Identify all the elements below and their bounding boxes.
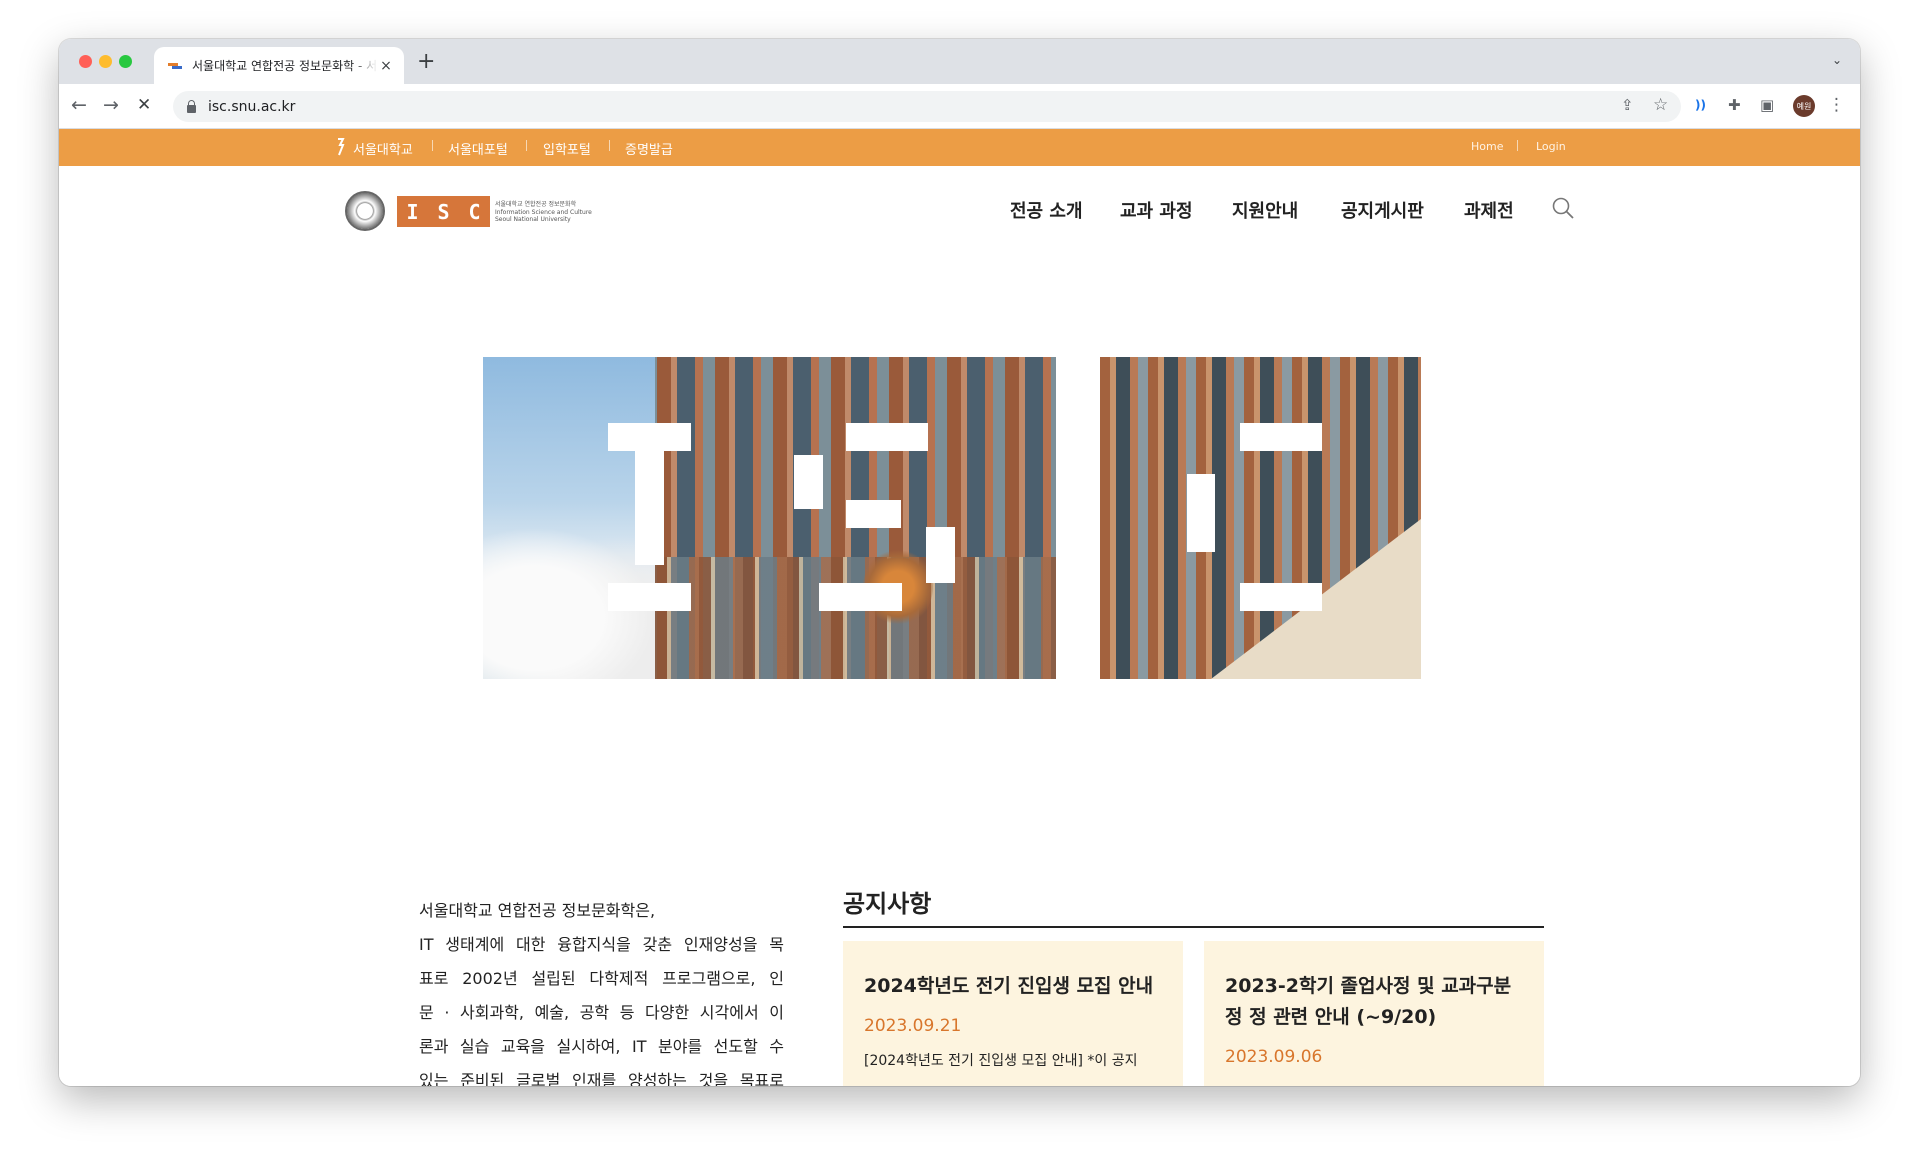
minimize-window-button[interactable] (99, 55, 112, 68)
hero-image-right (1100, 357, 1421, 679)
login-link[interactable]: Login (1536, 140, 1566, 153)
notice-title[interactable]: 2023-2학기 졸업사정 및 교과구분정 정 관련 안내 (~9/20) (1225, 971, 1523, 1033)
close-window-button[interactable] (79, 55, 92, 68)
isc-glyph-block (608, 583, 691, 611)
isc-glyph-block (635, 451, 664, 565)
topbar-divider (526, 140, 527, 151)
logo-letter: I (397, 196, 428, 227)
topbar-link-admission[interactable]: 입학포털 (543, 139, 591, 158)
logo-subtitle: 서울대학교 연합전공 정보문화학 (495, 201, 577, 208)
notice-heading: 공지사항 (843, 890, 932, 918)
profile-avatar[interactable]: 예원 (1793, 95, 1815, 117)
logo-letter: S (428, 196, 459, 227)
notice-date: 2023.09.21 (864, 1016, 962, 1036)
notice-divider (843, 926, 1544, 928)
url-text[interactable]: isc.snu.ac.kr (208, 99, 295, 115)
new-tab-button[interactable]: + (417, 51, 435, 73)
topbar-divider (432, 140, 433, 151)
topbar-link-snu[interactable]: 서울대학교 (353, 139, 413, 158)
isc-glyph-block (926, 527, 955, 583)
intro-line: 문 · 사회과학, 예술, 공학 등 다양한 시각에서 이 (419, 1003, 784, 1022)
nav-item-about[interactable]: 전공 소개 (1010, 197, 1083, 223)
forward-icon[interactable]: → (103, 94, 119, 116)
notice-title[interactable]: 2024학년도 전기 진입생 모집 안내 (864, 971, 1162, 1002)
logo-subtitle: Information Science and Culture (495, 209, 592, 216)
hero-image-left (483, 357, 1056, 679)
bookmark-star-icon[interactable]: ☆ (1653, 95, 1668, 115)
tab-title: 서울대학교 연합전공 정보문화학 - 서 (192, 59, 378, 73)
isc-glyph-block (608, 423, 691, 451)
share-icon[interactable]: ⇪ (1621, 95, 1634, 115)
utility-bar: 서울대학교 서울대포털 입학포털 증명발급 Home Login (59, 129, 1860, 166)
logo-subtitle: Seoul National University (495, 216, 571, 223)
intro-line: 서울대학교 연합전공 정보문화학은, (419, 901, 656, 920)
stop-loading-icon[interactable]: ✕ (137, 94, 151, 116)
tab-strip: 서울대학교 연합전공 정보문화학 - 서 × + ⌄ (59, 39, 1860, 84)
topbar-link-portal[interactable]: 서울대포털 (448, 139, 508, 158)
web-page: 서울대학교 서울대포털 입학포털 증명발급 Home Login I S C 서… (59, 129, 1860, 1086)
isc-glyph-block (1187, 474, 1215, 552)
tab-close-icon[interactable]: × (378, 58, 394, 74)
intro-line: 표로 2002년 설립된 다학제적 프로그램으로, 인 (419, 969, 784, 988)
side-panel-icon[interactable]: ▣ (1760, 95, 1774, 115)
browser-toolbar: ← → ✕ isc.snu.ac.kr ⇪ ☆ )) ✚ ▣ 예원 ⋮ (59, 84, 1860, 129)
isc-glyph-block (794, 455, 823, 509)
intro-line: IT 생태계에 대한 융합지식을 갖춘 인재양성을 목 (419, 935, 784, 954)
address-bar[interactable]: isc.snu.ac.kr (173, 91, 1681, 122)
notice-date: 2023.09.06 (1225, 1047, 1323, 1067)
back-icon[interactable]: ← (71, 94, 87, 116)
isc-glyph-block (846, 423, 928, 451)
topbar-link-certificate[interactable]: 증명발급 (625, 139, 673, 158)
site-logo[interactable]: I S C 서울대학교 연합전공 정보문화학 Information Scien… (345, 191, 605, 231)
favicon-icon (168, 61, 184, 71)
lock-icon[interactable] (187, 99, 196, 113)
nav-item-curriculum[interactable]: 교과 과정 (1120, 197, 1193, 223)
cast-icon[interactable]: )) (1695, 95, 1706, 115)
notice-excerpt: [2024학년도 전기 진입생 모집 안내] *이 공지 (864, 1053, 1138, 1069)
isc-glyph-block (819, 583, 902, 611)
home-link[interactable]: Home (1471, 140, 1503, 153)
intro-line: 론과 실습 교육을 실시하여, IT 분야를 선도할 수 (419, 1037, 784, 1056)
tab-search-icon[interactable]: ⌄ (1832, 53, 1842, 67)
browser-menu-icon[interactable]: ⋮ (1828, 95, 1845, 115)
search-icon[interactable] (1552, 197, 1574, 219)
topbar-divider (1517, 140, 1518, 151)
browser-window: 서울대학교 연합전공 정보문화학 - 서 × + ⌄ ← → ✕ isc.snu… (59, 39, 1860, 1086)
extensions-icon[interactable]: ✚ (1728, 95, 1741, 115)
topbar-divider (609, 140, 610, 151)
intro-text: 서울대학교 연합전공 정보문화학은, IT 생태계에 대한 융합지식을 갖춘 인… (419, 894, 784, 1086)
nav-item-board[interactable]: 공지게시판 (1341, 197, 1424, 223)
nav-item-admission[interactable]: 지원안내 (1232, 197, 1298, 223)
notice-card[interactable]: 2024학년도 전기 진입생 모집 안내 2023.09.21 [2024학년도… (843, 941, 1183, 1086)
isc-glyph-block (1240, 423, 1322, 451)
browser-tab[interactable]: 서울대학교 연합전공 정보문화학 - 서 × (154, 47, 404, 84)
maximize-window-button[interactable] (119, 55, 132, 68)
intro-line: 있는 준비된 글로벌 인재를 양성하는 것을 목표로 (419, 1071, 784, 1086)
isc-glyph-block (846, 500, 901, 528)
snu-seal-icon (345, 191, 385, 231)
isc-glyph-block (1240, 583, 1322, 611)
logo-letter: C (459, 196, 490, 227)
snu-logo-icon (338, 138, 345, 156)
notice-card[interactable]: 2023-2학기 졸업사정 및 교과구분정 정 관련 안내 (~9/20) 20… (1204, 941, 1544, 1086)
nav-item-exhibition[interactable]: 과제전 (1464, 197, 1514, 223)
